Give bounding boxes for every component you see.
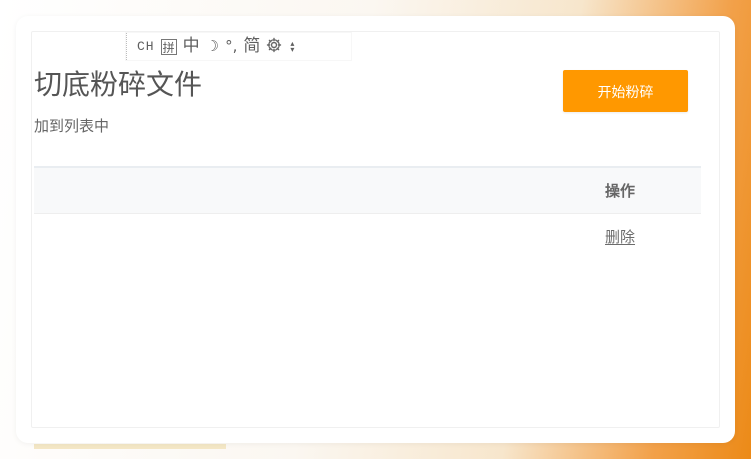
- table-row: 删除: [34, 214, 701, 260]
- file-list-table: 操作 删除: [34, 166, 701, 260]
- ime-toggle-arrows-icon[interactable]: ▴ ▾: [290, 39, 295, 54]
- page-title: 切底粉碎文件: [34, 68, 203, 101]
- gear-icon[interactable]: [266, 37, 282, 57]
- ime-mode-label[interactable]: CH: [137, 40, 155, 53]
- pinyin-mode-icon[interactable]: 拼: [160, 38, 177, 55]
- table-header: 操作: [34, 168, 701, 214]
- moon-icon[interactable]: ☽: [206, 39, 219, 54]
- delete-link[interactable]: 删除: [605, 226, 635, 247]
- action-column-header: 操作: [605, 182, 636, 200]
- punctuation-icon[interactable]: °,: [225, 39, 237, 54]
- simplified-chinese-icon[interactable]: 简: [243, 38, 260, 55]
- chinese-input-icon[interactable]: 中: [183, 38, 200, 55]
- bottom-highlight-strip: [34, 444, 226, 449]
- page-subtitle: 加到列表中: [34, 117, 110, 135]
- arrow-down-icon: ▾: [290, 44, 295, 54]
- ime-toolbar: CH 拼 中 ☽ °, 简 ▴ ▾: [126, 33, 351, 60]
- start-shred-button[interactable]: 开始粉碎: [563, 70, 688, 112]
